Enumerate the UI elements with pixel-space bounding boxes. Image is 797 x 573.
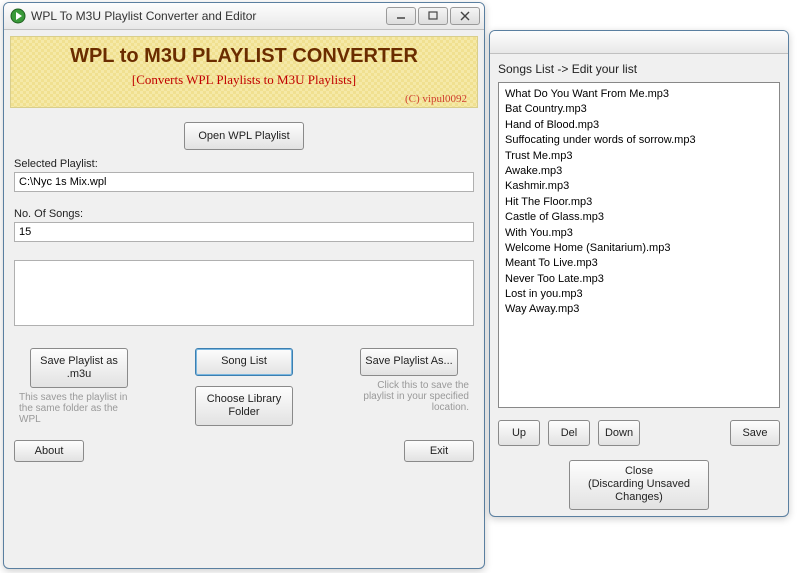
- app-icon: [10, 8, 26, 24]
- list-item[interactable]: Welcome Home (Sanitarium).mp3: [505, 241, 773, 256]
- banner: WPL to M3U PLAYLIST CONVERTER [Converts …: [10, 36, 478, 108]
- list-item[interactable]: Hit The Floor.mp3: [505, 195, 773, 210]
- save-as-hint: Click this to save the playlist in your …: [349, 380, 469, 413]
- songs-buttons: Up Del Down Save: [498, 420, 780, 446]
- close-button[interactable]: [450, 7, 480, 25]
- selected-playlist-label: Selected Playlist:: [14, 158, 474, 170]
- songs-titlebar: [490, 31, 788, 54]
- songs-window: Songs List -> Edit your list What Do You…: [489, 30, 789, 517]
- save-m3u-hint: This saves the playlist in the same fold…: [19, 392, 139, 425]
- list-item[interactable]: What Do You Want From Me.mp3: [505, 87, 773, 102]
- song-count-group: No. Of Songs:: [14, 208, 474, 242]
- main-button-row: Save Playlist as .m3u This saves the pla…: [14, 348, 474, 426]
- minimize-button[interactable]: [386, 7, 416, 25]
- close-discard-button[interactable]: Close (Discarding Unsaved Changes): [569, 460, 709, 510]
- list-item[interactable]: Hand of Blood.mp3: [505, 118, 773, 133]
- list-item[interactable]: Meant To Live.mp3: [505, 256, 773, 271]
- list-item[interactable]: Lost in you.mp3: [505, 287, 773, 302]
- songs-body: Songs List -> Edit your list What Do You…: [490, 54, 788, 518]
- main-window: WPL To M3U Playlist Converter and Editor…: [3, 2, 485, 569]
- maximize-button[interactable]: [418, 7, 448, 25]
- songs-header: Songs List -> Edit your list: [498, 62, 780, 76]
- song-count-label: No. Of Songs:: [14, 208, 474, 220]
- list-item[interactable]: With You.mp3: [505, 226, 773, 241]
- list-item[interactable]: Never Too Late.mp3: [505, 272, 773, 287]
- songs-list[interactable]: What Do You Want From Me.mp3Bat Country.…: [498, 82, 780, 408]
- banner-title: WPL to M3U PLAYLIST CONVERTER: [19, 45, 469, 68]
- save-button[interactable]: Save: [730, 420, 780, 446]
- down-button[interactable]: Down: [598, 420, 640, 446]
- list-item[interactable]: Bat Country.mp3: [505, 102, 773, 117]
- list-item[interactable]: Awake.mp3: [505, 164, 773, 179]
- banner-credit: (C) vipul0092: [405, 93, 467, 105]
- list-item[interactable]: Kashmir.mp3: [505, 179, 773, 194]
- bottom-row: About Exit: [14, 440, 474, 462]
- song-count-input[interactable]: [14, 222, 474, 242]
- exit-button[interactable]: Exit: [404, 440, 474, 462]
- del-button[interactable]: Del: [548, 420, 590, 446]
- list-item[interactable]: Castle of Glass.mp3: [505, 210, 773, 225]
- up-button[interactable]: Up: [498, 420, 540, 446]
- list-item[interactable]: Way Away.mp3: [505, 302, 773, 317]
- save-as-button[interactable]: Save Playlist As...: [360, 348, 458, 376]
- list-item[interactable]: Suffocating under words of sorrow.mp3: [505, 133, 773, 148]
- main-body: WPL to M3U PLAYLIST CONVERTER [Converts …: [4, 36, 484, 462]
- titlebar: WPL To M3U Playlist Converter and Editor: [4, 3, 484, 30]
- window-title: WPL To M3U Playlist Converter and Editor: [31, 9, 386, 23]
- selected-playlist-group: Selected Playlist:: [14, 158, 474, 192]
- song-list-button[interactable]: Song List: [195, 348, 293, 376]
- choose-library-button[interactable]: Choose Library Folder: [195, 386, 293, 426]
- list-item[interactable]: Trust Me.mp3: [505, 149, 773, 164]
- save-m3u-button[interactable]: Save Playlist as .m3u: [30, 348, 128, 388]
- open-wpl-button[interactable]: Open WPL Playlist: [184, 122, 304, 150]
- selected-playlist-input[interactable]: [14, 172, 474, 192]
- about-button[interactable]: About: [14, 440, 84, 462]
- window-controls: [386, 7, 480, 25]
- output-box: [14, 260, 474, 326]
- banner-subtitle: [Converts WPL Playlists to M3U Playlists…: [19, 72, 469, 88]
